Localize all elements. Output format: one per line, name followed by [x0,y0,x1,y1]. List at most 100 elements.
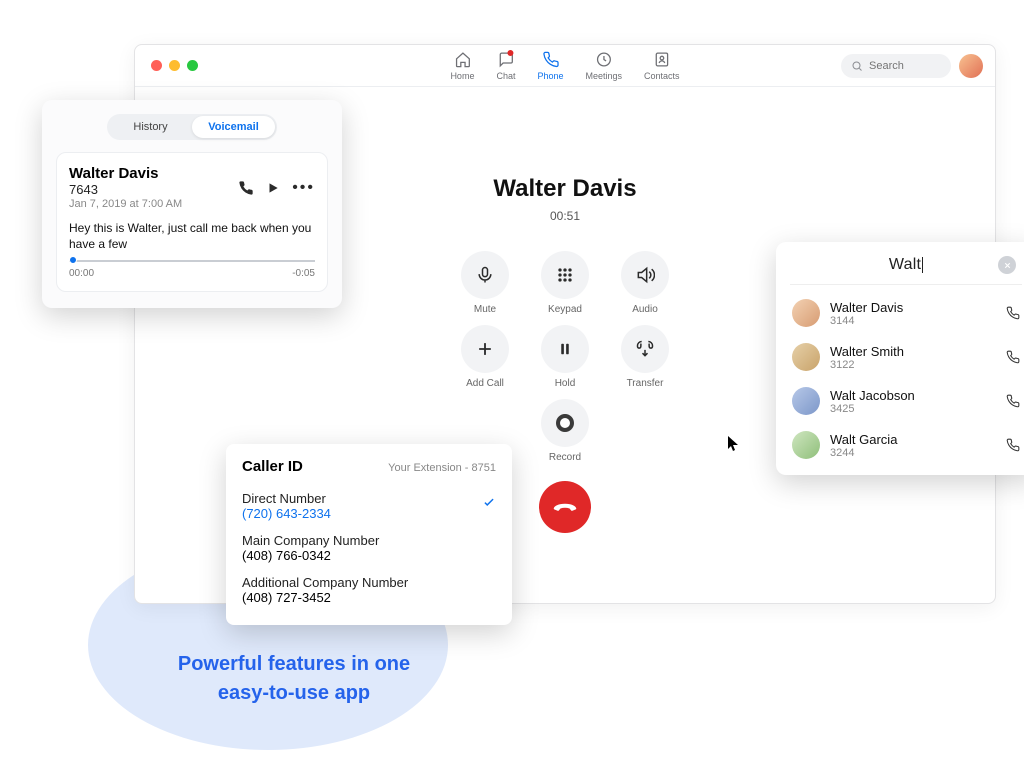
text-cursor [922,257,923,273]
contact-name: Walt Jacobson [830,388,915,403]
hold-button[interactable] [541,325,589,373]
cid-number: (720) 643-2334 [242,506,331,521]
close-window-button[interactable] [151,60,162,71]
search-box[interactable] [841,54,951,78]
cid-item-additional[interactable]: Additional Company Number (408) 727-3452 [242,569,496,611]
tab-meetings[interactable]: Meetings [586,51,623,81]
tab-chat-label: Chat [496,71,515,81]
contact-name: Walter Davis [830,300,903,315]
search-icon [851,60,863,72]
hold-label: Hold [555,378,576,389]
caller-id-popover: Caller ID Your Extension - 8751 Direct N… [226,444,512,625]
add-call-button[interactable] [461,325,509,373]
vm-extension: 7643 [69,182,182,197]
record-label: Record [549,452,581,463]
add-call-label: Add Call [466,378,504,389]
seg-history[interactable]: History [109,116,192,138]
profile-avatar[interactable] [959,54,983,78]
contact-row[interactable]: Walter Smith 3122 [790,335,1022,379]
minimize-window-button[interactable] [169,60,180,71]
contact-lookup-popover: Walt Walter Davis 3144 Walter Smith 3122 [776,242,1024,475]
traffic-lights [151,60,198,71]
vm-play-button[interactable] [266,181,280,195]
cid-label: Additional Company Number [242,575,496,590]
transfer-button[interactable] [621,325,669,373]
tab-home[interactable]: Home [450,51,474,81]
vm-timeline[interactable]: 00:00 -0:05 [69,260,315,279]
home-icon [453,51,471,69]
vm-call-button[interactable] [238,180,254,196]
contact-row[interactable]: Walter Davis 3144 [790,291,1022,335]
avatar [792,299,820,327]
call-contact-button[interactable] [1006,394,1020,408]
tab-meetings-label: Meetings [586,71,623,81]
vm-scrubber-thumb[interactable] [69,256,77,264]
zoom-window-button[interactable] [187,60,198,71]
contact-ext: 3425 [830,403,915,415]
cid-label: Main Company Number [242,533,496,548]
phone-icon [541,51,559,69]
titlebar: Home Chat Phone Meetings [135,45,995,87]
contact-row[interactable]: Walt Jacobson 3425 [790,379,1022,423]
contact-ext: 3122 [830,359,904,371]
clear-search-button[interactable] [998,256,1016,274]
seg-voicemail[interactable]: Voicemail [192,116,275,138]
voicemail-popover: History Voicemail Walter Davis 7643 Jan … [42,100,342,308]
tab-phone-label: Phone [537,71,563,81]
check-icon [482,495,496,509]
marketing-line2: easy-to-use app [218,682,370,704]
clock-icon [595,51,613,69]
avatar [792,343,820,371]
cid-item-direct[interactable]: Direct Number (720) 643-2334 [242,485,496,527]
contact-ext: 3144 [830,315,903,327]
cid-item-main[interactable]: Main Company Number (408) 766-0342 [242,527,496,569]
cid-title: Caller ID [242,458,303,475]
vm-date: Jan 7, 2019 at 7:00 AM [69,198,182,210]
contact-search-text: Walt [889,256,921,274]
contact-list: Walter Davis 3144 Walter Smith 3122 Walt… [790,291,1022,467]
caller-name: Walter Davis [493,175,636,203]
contacts-icon [653,51,671,69]
chat-badge [507,50,513,56]
vm-transcript: Hey this is Walter, just call me back wh… [69,220,315,252]
mute-button[interactable] [461,251,509,299]
cid-label: Direct Number [242,491,496,506]
tab-contacts[interactable]: Contacts [644,51,680,81]
contact-row[interactable]: Walt Garcia 3244 [790,423,1022,467]
transfer-label: Transfer [627,378,664,389]
tab-chat[interactable]: Chat [496,51,515,81]
cid-number: (408) 727-3452 [242,590,331,605]
avatar [792,431,820,459]
voicemail-segment-control: History Voicemail [107,114,277,140]
call-timer: 00:51 [550,209,580,223]
call-controls: Mute Keypad Audio Add Call [450,251,680,389]
record-icon [556,414,574,432]
call-contact-button[interactable] [1006,306,1020,320]
contact-ext: 3244 [830,447,897,459]
call-contact-button[interactable] [1006,438,1020,452]
vm-name: Walter Davis [69,165,182,182]
vm-more-button[interactable]: ••• [292,179,315,197]
tab-home-label: Home [450,71,474,81]
avatar [792,387,820,415]
audio-button[interactable] [621,251,669,299]
main-tabs: Home Chat Phone Meetings [450,51,679,81]
keypad-button[interactable] [541,251,589,299]
contact-search-row[interactable]: Walt [790,256,1022,285]
tab-contacts-label: Contacts [644,71,680,81]
mute-label: Mute [474,304,496,315]
search-input[interactable] [869,60,939,72]
record-button[interactable] [541,399,589,447]
contact-name: Walter Smith [830,344,904,359]
tab-phone[interactable]: Phone [537,51,563,81]
keypad-label: Keypad [548,304,582,315]
vm-time-elapsed: 00:00 [69,268,94,279]
contact-name: Walt Garcia [830,432,897,447]
marketing-line1: Powerful features in one [178,653,410,675]
call-contact-button[interactable] [1006,350,1020,364]
mouse-cursor-icon [728,436,740,452]
voicemail-card: Walter Davis 7643 Jan 7, 2019 at 7:00 AM… [56,152,328,292]
vm-time-remaining: -0:05 [292,268,315,279]
audio-label: Audio [632,304,658,315]
hangup-button[interactable] [539,481,591,533]
